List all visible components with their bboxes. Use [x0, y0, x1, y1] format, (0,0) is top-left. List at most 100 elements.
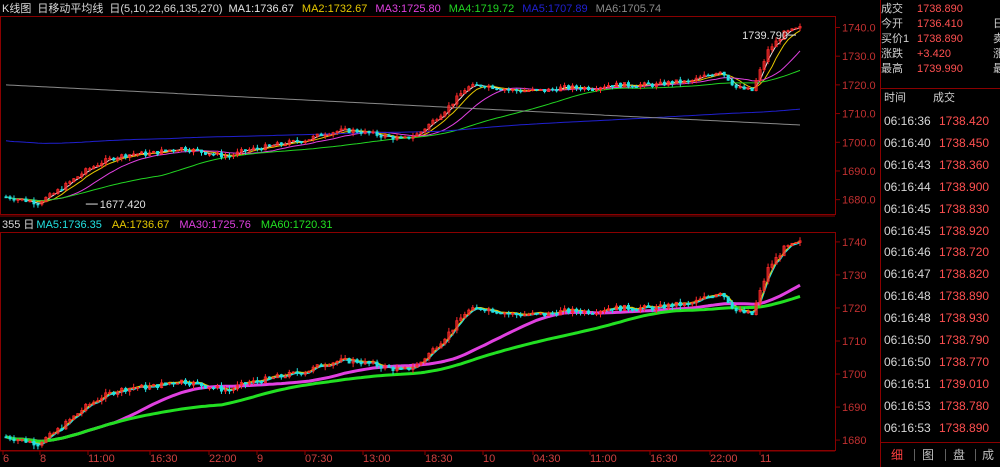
chart-canvas[interactable]: 1680.0 1690.0 1700.0 1710.0 1720.0 1730.0 1740…: [0, 0, 880, 467]
quote-value: 1736.410: [917, 18, 963, 30]
top-candle-79: [319, 132, 323, 137]
top-candle-19: [80, 171, 84, 180]
top-candle-145: [583, 86, 587, 92]
bottom-candle-75: [303, 370, 307, 377]
top-candle-body-1: [8, 196, 12, 200]
top-candle-134: [539, 89, 543, 92]
bottom-candle-87: [351, 357, 355, 368]
tab-orderbook[interactable]: 盘: [953, 446, 965, 464]
bottom-candle-121: [487, 306, 491, 315]
bottom-candle-161: [646, 302, 650, 308]
top-candle-body-49: [200, 149, 204, 153]
top-candle-185: [742, 84, 746, 90]
trade-time: 06:16:46: [884, 245, 931, 260]
top-candle-body-162: [650, 83, 654, 87]
trade-time: 06:16:45: [884, 223, 931, 238]
top-candle-body-94: [379, 135, 383, 138]
bottom-candle-97: [391, 365, 395, 375]
tab-chart[interactable]: 图: [922, 446, 934, 464]
top-ytick-label-0: 1680.0: [842, 195, 876, 207]
top-ma6-line: [5, 84, 801, 126]
bottom-candle-body-49: [200, 382, 204, 387]
top-candle-body-56: [227, 155, 231, 158]
bottom-candle-145: [583, 309, 587, 316]
bottom-candle-83: [335, 360, 339, 366]
top-candle-123: [495, 88, 499, 91]
top-candle-body-74: [299, 141, 303, 144]
top-candle-183: [734, 84, 738, 90]
top-candle-180: [722, 71, 726, 78]
trade-time: 06:16:50: [884, 354, 931, 369]
bottom-candle-30: [124, 386, 128, 394]
bottom-candle-119: [479, 307, 483, 312]
top-candle-body-88: [355, 129, 359, 133]
top-candle-57: [231, 153, 235, 160]
top-candle-body-2: [12, 198, 16, 201]
bottom-candle-body-154: [618, 305, 622, 311]
top-candle-body-120: [483, 85, 487, 88]
top-candle-10: [44, 196, 48, 203]
bottom-candle-body-30: [124, 387, 128, 392]
top-candle-body-124: [499, 88, 503, 91]
top-candle-97: [391, 134, 395, 143]
top-candle-66: [267, 144, 271, 147]
bottom-candle-143: [575, 307, 579, 316]
top-candle-body-14: [60, 189, 64, 192]
trade-price: 1738.920: [939, 223, 990, 238]
top-candle-100: [403, 135, 407, 139]
trade-time: 06:16:36: [884, 114, 931, 128]
top-candle-166: [666, 80, 670, 87]
bottom-candle-body-182: [730, 302, 734, 309]
top-candle-body-146: [587, 86, 591, 91]
trade-time: 06:16:48: [884, 311, 931, 326]
trade-time: 06:16:47: [884, 267, 931, 282]
bottom-candle-18: [76, 413, 80, 417]
bottom-candle-86: [347, 357, 351, 364]
bottom-candle-34: [140, 384, 144, 388]
bottom-candle-body-50: [203, 385, 207, 389]
top-candle-body-42: [172, 149, 176, 152]
tab-detail[interactable]: 细: [891, 446, 903, 464]
bottom-candle-144: [579, 308, 583, 316]
bottom-candle-body-161: [646, 305, 650, 308]
top-candle-body-161: [646, 82, 650, 85]
top-candle-46: [188, 147, 192, 154]
quote-value: 1738.890: [917, 3, 963, 15]
top-candle-body-177: [710, 74, 714, 77]
top-ma3-line: [5, 50, 801, 202]
top-candle-4: [20, 198, 24, 202]
top-candle-132: [531, 86, 535, 92]
tab-volume[interactable]: 成: [982, 446, 994, 464]
top-candle-35: [144, 149, 148, 158]
trade-row: 06:16:46 1738.720: [881, 241, 1000, 263]
top-candle-150: [602, 84, 606, 91]
top-ytick-label-4: 1720.0: [842, 80, 876, 92]
label-kline: K线图: [2, 1, 31, 15]
top-candle-body-5: [24, 198, 28, 203]
trade-row: 06:16:45 1738.830: [881, 198, 1000, 220]
top-candle-body-86: [347, 128, 351, 134]
time-label-8: 18:30: [425, 453, 453, 465]
top-candle-113: [455, 92, 459, 107]
bottom-candle-25: [104, 388, 108, 402]
top-candle-98: [395, 133, 399, 141]
chart-area[interactable]: 1680.0 1690.0 1700.0 1710.0 1720.0 1730.0 1740…: [0, 0, 880, 467]
top-candle-15: [64, 181, 68, 191]
bottom-aa-line: [5, 240, 801, 444]
bottom-candle-74: [299, 372, 303, 377]
bottom-candle-15: [64, 419, 68, 430]
quote-value: 1739.990: [917, 63, 963, 75]
top-panel-frame: [0, 16, 836, 215]
top-candle-11: [48, 192, 52, 199]
top-candle-199: [798, 23, 802, 31]
top-candle-190: [762, 59, 766, 72]
bottom-candle-193: [774, 253, 778, 265]
top-ma-label-4: MA4:1719.72: [449, 3, 514, 15]
top-candle-body-169: [678, 79, 682, 84]
top-candle-143: [575, 84, 579, 92]
top-candle-body-54: [219, 152, 223, 158]
bottom-candle-body-45: [184, 379, 188, 385]
top-candle-body-7: [32, 200, 36, 205]
top-candle-34: [140, 150, 144, 155]
bottom-candle-5: [24, 436, 28, 444]
